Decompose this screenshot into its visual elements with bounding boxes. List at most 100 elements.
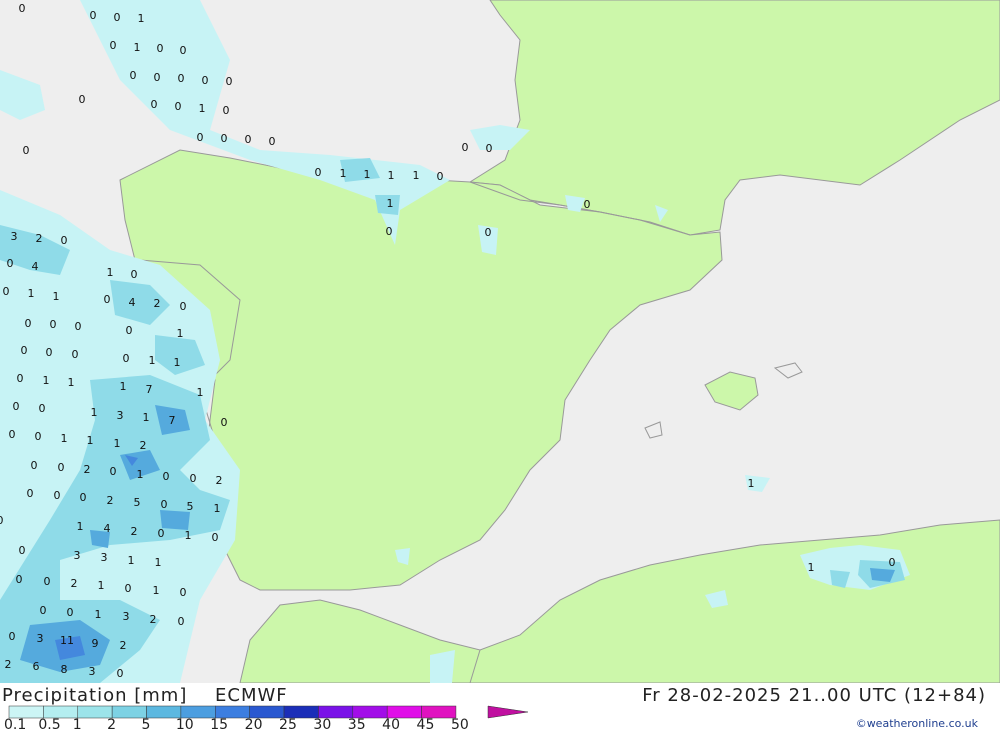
precip-value-label: 6: [33, 660, 40, 673]
precip-value-label: 0: [31, 459, 38, 472]
precip-value-label: 0: [75, 320, 82, 333]
legend-label: 2: [107, 717, 117, 733]
precip-value-label: 1: [98, 579, 105, 592]
precip-value-label: 0: [197, 131, 204, 144]
precip-value-label: 3: [123, 610, 130, 623]
legend-label: 15: [210, 717, 229, 733]
precip-value-label: 1: [120, 380, 127, 393]
precip-value-label: 5: [134, 496, 141, 509]
precip-value-label: 0: [158, 527, 165, 540]
precip-value-label: 0: [462, 141, 469, 154]
precip-value-label: 2: [36, 232, 43, 245]
precip-value-label: 11: [60, 634, 74, 647]
precip-value-label: 1: [155, 556, 162, 569]
precip-value-label: 0: [44, 575, 51, 588]
precip-value-label: 1: [28, 287, 35, 300]
precip-value-label: 1: [138, 12, 145, 25]
precip-value-label: 0: [114, 11, 121, 24]
precip-value-label: 0: [175, 100, 182, 113]
precip-value-label: 0: [39, 402, 46, 415]
precip-value-label: 1: [87, 434, 94, 447]
precip-value-label: 0: [7, 257, 14, 270]
legend-label: 45: [416, 717, 435, 733]
legend-label: 50: [450, 717, 469, 733]
legend-label: 20: [244, 717, 263, 733]
precip-value-label: 1: [143, 411, 150, 424]
precip-value-label: 0: [151, 98, 158, 111]
precip-value-label: 0: [9, 630, 16, 643]
precip-value-label: 3: [101, 551, 108, 564]
precip-value-label: 1: [199, 102, 206, 115]
precip-value-label: 1: [134, 41, 141, 54]
precip-value-label: 1: [185, 529, 192, 542]
legend-label: 10: [175, 717, 194, 733]
precip-value-label: 1: [61, 432, 68, 445]
precip-value-label: 1: [114, 437, 121, 450]
precip-value-label: 7: [169, 414, 176, 427]
precip-value-label: 1: [413, 169, 420, 182]
precip-value-label: 1: [748, 477, 755, 490]
precip-value-label: 0: [17, 372, 24, 385]
precip-value-label: 0: [9, 428, 16, 441]
precip-value-label: 0: [23, 144, 30, 157]
precip-value-label: 1: [364, 168, 371, 181]
precip-value-label: 2: [5, 658, 12, 671]
legend-label: 25: [279, 717, 297, 733]
precip-value-label: 2: [140, 439, 147, 452]
legend-label: 0.1: [4, 717, 27, 733]
precip-value-label: 1: [137, 468, 144, 481]
credit-link[interactable]: ©weatheronline.co.uk: [856, 717, 978, 730]
precip-value-label: 0: [131, 268, 138, 281]
precip-value-label: 0: [50, 318, 57, 331]
precip-value-label: 0: [67, 606, 74, 619]
map-title: Precipitation [mm]: [2, 685, 188, 706]
precip-value-label: 1: [77, 520, 84, 533]
precip-value-label: 1: [340, 167, 347, 180]
precip-value-label: 0: [125, 582, 132, 595]
precip-value-label: 1: [388, 169, 395, 182]
precip-value-label: 0: [21, 344, 28, 357]
precip-value-label: 0: [27, 487, 34, 500]
precip-value-label: 4: [32, 260, 39, 273]
precip-value-label: 0: [245, 133, 252, 146]
precip-value-label: 0: [72, 348, 79, 361]
precip-value-label: 0: [163, 470, 170, 483]
legend-label: 1: [72, 717, 82, 733]
precip-value-label: 0: [154, 71, 161, 84]
precip-value-label: 3: [74, 549, 81, 562]
precipitation-map: 00 0 10 1 0 00 0 0 0 00 0 0 1 00 0 0 00 0 00 1 1 1 1 01 00 03 2 00 4…: [0, 0, 1000, 683]
precip-value-label: 0: [58, 461, 65, 474]
precip-value-label: 0: [40, 604, 47, 617]
precip-value-label: 1: [107, 266, 114, 279]
precip-value-label: 9: [92, 637, 99, 650]
precip-value-label: 0: [202, 74, 209, 87]
precip-value-label: 0: [157, 42, 164, 55]
footer-bar: Precipitation [mm] ECMWF Fr 28-02-2025 2…: [0, 683, 1000, 733]
legend-label: 30: [313, 717, 332, 733]
precip-value-label: 1: [128, 554, 135, 567]
precip-value-label: 1: [174, 356, 181, 369]
precip-value-label: 2: [131, 525, 138, 538]
precip-value-label: 0: [130, 69, 137, 82]
precip-value-label: 1: [91, 406, 98, 419]
precip-value-label: 1: [808, 561, 815, 574]
precip-value-label: 2: [120, 639, 127, 652]
precip-value-label: 0: [226, 75, 233, 88]
precip-value-label: 4: [129, 296, 136, 309]
precip-value-label: 0: [223, 104, 230, 117]
precip-value-label: 0: [437, 170, 444, 183]
precip-value-label: 0: [178, 615, 185, 628]
legend-label: 5: [141, 717, 151, 733]
precip-value-label: 3: [89, 665, 96, 678]
precip-value-label: 0: [19, 2, 26, 15]
precip-value-label: 0: [90, 9, 97, 22]
precip-value-label: 0: [19, 544, 26, 557]
precip-value-label: 4: [104, 522, 111, 535]
precip-value-label: 1: [177, 327, 184, 340]
precip-value-label: 1: [53, 290, 60, 303]
legend-label: 0.5: [38, 717, 61, 733]
precip-value-label: 0: [584, 198, 591, 211]
precip-value-label: 3: [37, 632, 44, 645]
precip-value-label: 1: [95, 608, 102, 621]
precip-value-label: 8: [61, 663, 68, 676]
